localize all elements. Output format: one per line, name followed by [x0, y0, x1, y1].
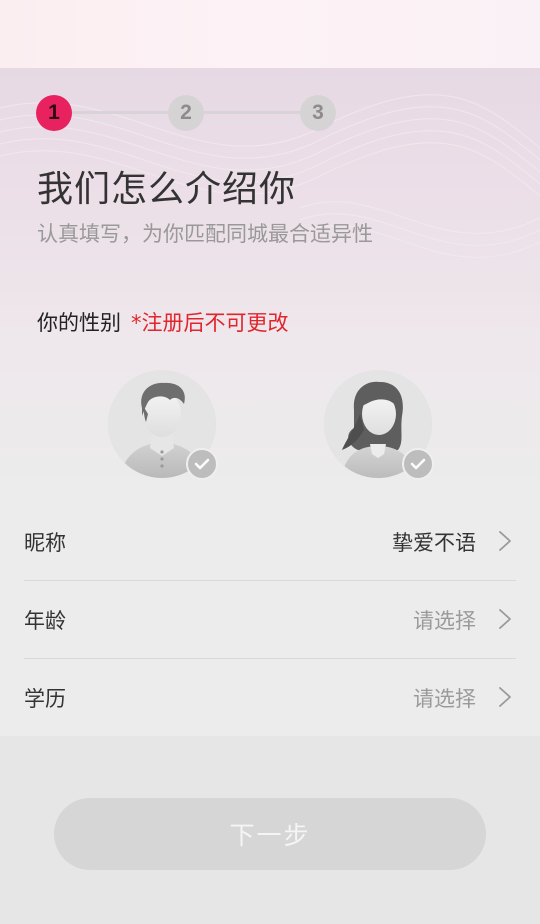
page-title: 我们怎么介绍你 — [37, 169, 297, 210]
step-indicator: 1 2 3 — [36, 95, 336, 131]
gender-warning: *注册后不可更改 — [131, 311, 289, 335]
wave-decoration — [0, 94, 540, 258]
step-2: 2 — [168, 95, 204, 131]
age-label: 年龄 — [24, 609, 66, 633]
nickname-value: 挚爱不语 — [392, 531, 476, 555]
education-row[interactable]: 学历 请选择 — [24, 658, 516, 737]
age-row[interactable]: 年龄 请选择 — [24, 580, 516, 659]
nickname-row[interactable]: 昵称 挚爱不语 — [24, 502, 516, 581]
registration-screen: 1 2 3 我们怎么介绍你 认真填写，为你匹配同城最合适异性 你的性别 *注册后不… — [0, 0, 540, 924]
female-check-icon — [402, 448, 434, 480]
hero-background — [0, 68, 540, 502]
next-step-button[interactable]: 下一步 — [54, 798, 486, 870]
nickname-label: 昵称 — [24, 531, 66, 555]
male-check-icon — [186, 448, 218, 480]
education-label: 学历 — [24, 687, 66, 711]
gender-label: 你的性别 — [37, 311, 121, 335]
gender-header: 你的性别 *注册后不可更改 — [37, 307, 289, 337]
step-1: 1 — [36, 95, 72, 131]
chevron-right-icon — [499, 609, 511, 629]
top-decoration — [0, 0, 540, 68]
step-3: 3 — [300, 95, 336, 131]
education-value: 请选择 — [413, 687, 476, 711]
step-connector — [72, 111, 168, 114]
age-value: 请选择 — [413, 609, 476, 633]
profile-form: 昵称 挚爱不语 年龄 请选择 学历 请选择 — [0, 502, 540, 737]
chevron-right-icon — [499, 531, 511, 551]
step-connector — [204, 111, 300, 114]
chevron-right-icon — [499, 687, 511, 707]
page-subtitle: 认真填写，为你匹配同城最合适异性 — [37, 222, 373, 246]
